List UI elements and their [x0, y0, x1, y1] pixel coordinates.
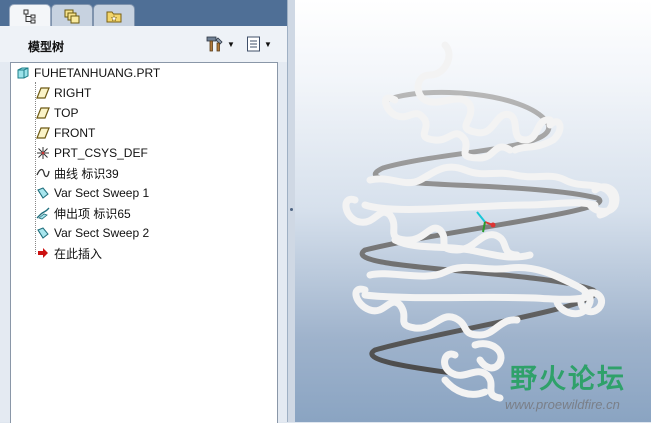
chevron-down-icon: ▼ [227, 39, 235, 49]
tree-columns-icon [247, 36, 260, 52]
sweep-icon [35, 225, 51, 241]
tree-item-protrusion[interactable]: 伸出项 标识65 [35, 204, 131, 222]
csys-icon [35, 145, 51, 161]
tree-settings-button[interactable]: ▼ [205, 35, 235, 53]
model-tree: FUHETANHUANG.PRT RIGHT TOP FRONT PRT_CSY [10, 62, 278, 423]
panel-header: 模型树 ▼ ▼ [0, 26, 287, 62]
tree-item-label: PRT_CSYS_DEF [54, 146, 148, 160]
tree-item-label: Var Sect Sweep 2 [54, 226, 150, 240]
tree-item-csys[interactable]: PRT_CSYS_DEF [35, 144, 148, 162]
tree-item-label: Var Sect Sweep 1 [54, 186, 150, 200]
favorites-folder-icon [106, 11, 122, 23]
watermark-url: www.proewildfire.cn [505, 397, 620, 412]
splitter-grip[interactable] [290, 208, 293, 211]
tree-root-label: FUHETANHUANG.PRT [34, 66, 161, 80]
tree-item-label: 伸出项 标识65 [54, 206, 131, 221]
panel-tab-bar [0, 0, 287, 27]
model-tree-icon [23, 9, 36, 24]
insert-arrow-icon [35, 245, 51, 261]
tree-item-right[interactable]: RIGHT [35, 84, 91, 102]
watermark-title: 野火论坛 [510, 364, 626, 395]
layers-icon [64, 9, 80, 24]
panel-title: 模型树 [28, 40, 65, 54]
tree-item-label: 曲线 标识39 [54, 166, 119, 181]
datum-plane-icon [35, 85, 51, 101]
tree-item-label: 在此插入 [54, 246, 103, 261]
protrusion-icon [35, 205, 51, 221]
tree-item-insert-here[interactable]: 在此插入 [35, 244, 102, 262]
datum-plane-icon [35, 105, 51, 121]
tree-root-part[interactable]: FUHETANHUANG.PRT [15, 64, 160, 82]
tab-layers[interactable] [51, 4, 93, 27]
datum-plane-icon [35, 125, 51, 141]
tree-item-sweep-2[interactable]: Var Sect Sweep 2 [35, 224, 149, 242]
chevron-down-icon: ▼ [264, 39, 272, 49]
part-icon [15, 65, 31, 81]
curve-icon [35, 165, 51, 181]
tree-item-label: RIGHT [54, 86, 92, 100]
tab-favorites[interactable] [93, 4, 135, 27]
tree-item-front[interactable]: FRONT [35, 124, 95, 142]
tree-item-label: TOP [54, 106, 79, 120]
tree-item-top[interactable]: TOP [35, 104, 78, 122]
tree-show-button[interactable]: ▼ [246, 35, 272, 53]
tree-item-label: FRONT [54, 126, 96, 140]
model-tree-panel: 模型树 ▼ ▼ FUHETANHUANG.PRT RIGHT TOP FRONT… [0, 0, 287, 423]
graphics-viewport[interactable]: 野火论坛 www.proewildfire.cn [295, 0, 651, 422]
hammer-icon [206, 36, 223, 52]
tree-item-curve[interactable]: 曲线 标识39 [35, 164, 119, 182]
tab-model-tree[interactable] [9, 4, 51, 27]
tree-item-sweep-1[interactable]: Var Sect Sweep 1 [35, 184, 149, 202]
sweep-icon [35, 185, 51, 201]
